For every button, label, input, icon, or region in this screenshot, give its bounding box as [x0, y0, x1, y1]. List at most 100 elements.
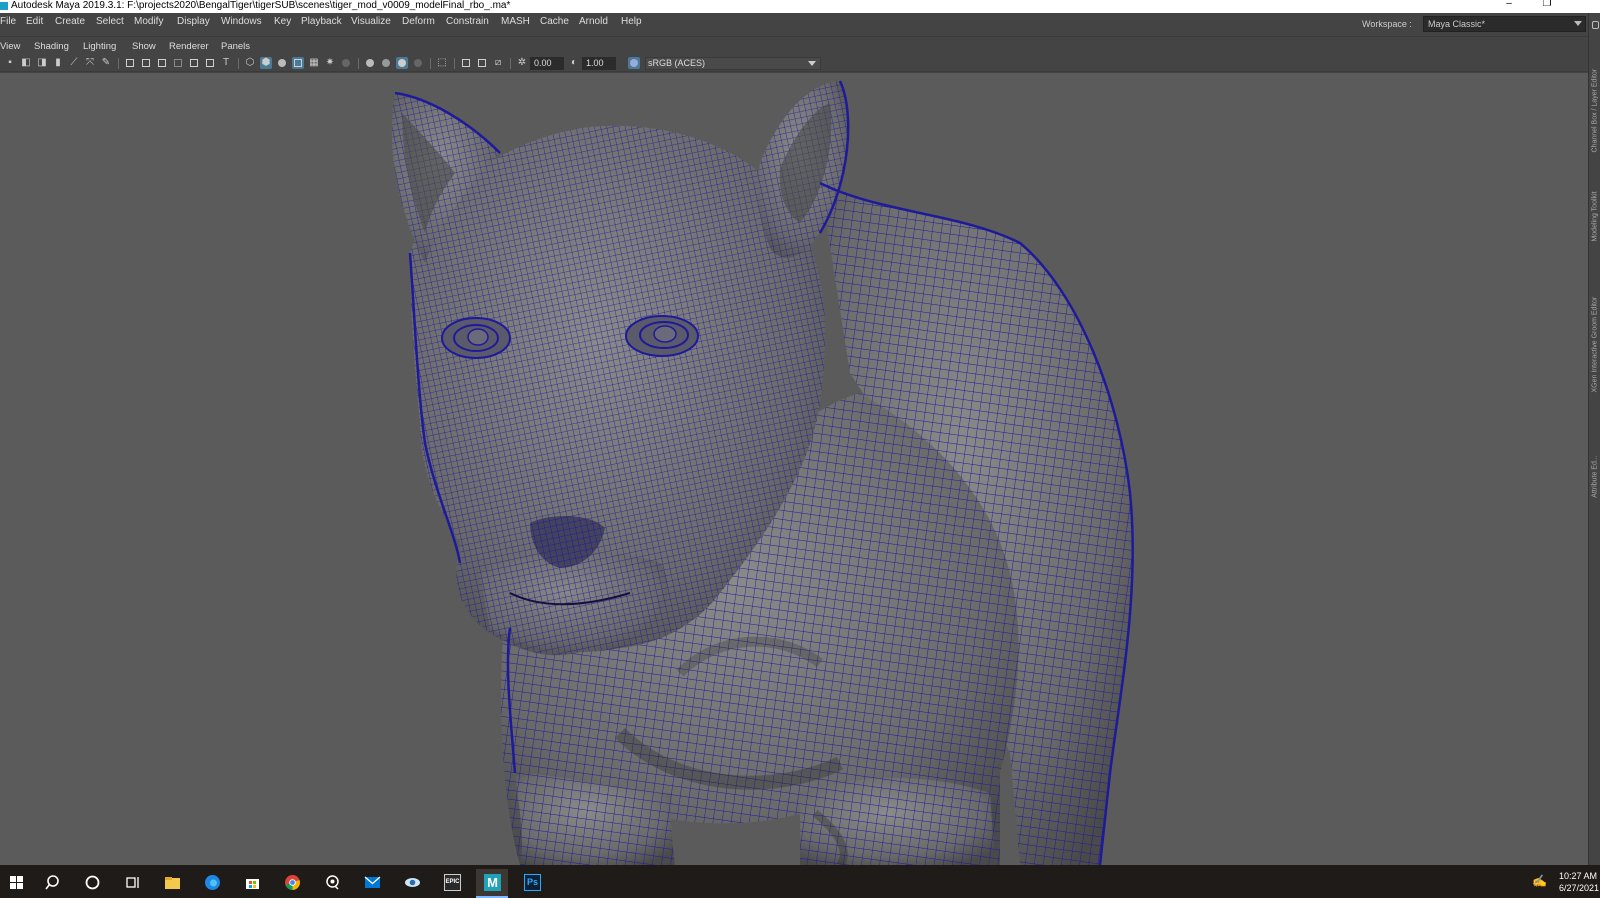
- gate-mask-icon[interactable]: [172, 57, 184, 69]
- menu-constrain[interactable]: Constrain: [446, 16, 489, 27]
- color-space-dropdown[interactable]: sRGB (ACES): [645, 57, 821, 70]
- cortana-icon: [85, 875, 100, 890]
- panel-menu-show[interactable]: Show: [132, 41, 156, 52]
- color-management-icon[interactable]: [628, 57, 640, 69]
- field-chart-icon[interactable]: [188, 57, 200, 69]
- screen-space-ao-icon[interactable]: [364, 57, 376, 69]
- menu-file[interactable]: File: [0, 16, 16, 27]
- tiger-wireframe-model: [391, 80, 1134, 865]
- xray-icon[interactable]: [460, 57, 472, 69]
- two-d-pan-zoom-icon[interactable]: ⤧: [84, 57, 96, 69]
- maya-button[interactable]: M: [476, 869, 508, 898]
- system-clock[interactable]: 10:27 AM 6/27/2021: [1559, 870, 1599, 894]
- panel-menu-panels[interactable]: Panels: [221, 41, 250, 52]
- menu-cache[interactable]: Cache: [540, 16, 569, 27]
- menu-windows[interactable]: Windows: [221, 16, 262, 27]
- default-material-icon[interactable]: [276, 57, 288, 69]
- panel-menu-lighting[interactable]: Lighting: [83, 41, 116, 52]
- bookmarks-icon[interactable]: ◨: [36, 57, 48, 69]
- safe-title-icon[interactable]: T: [220, 57, 232, 69]
- search-button[interactable]: [36, 869, 68, 898]
- select-camera-icon[interactable]: ▪: [4, 57, 16, 69]
- store-button[interactable]: [236, 869, 268, 898]
- menu-modify[interactable]: Modify: [134, 16, 163, 27]
- workspace-label: Workspace :: [1362, 19, 1412, 29]
- photoshop-button[interactable]: Ps: [516, 869, 548, 898]
- isolate-select-icon[interactable]: ⬚: [436, 57, 448, 69]
- menu-select[interactable]: Select: [96, 16, 124, 27]
- panel-menu-shading[interactable]: Shading: [34, 41, 69, 52]
- camera-attributes-icon[interactable]: ◧: [20, 57, 32, 69]
- minimize-button[interactable]: –: [1502, 0, 1516, 11]
- file-explorer-button[interactable]: [156, 869, 188, 898]
- menu-display[interactable]: Display: [177, 16, 210, 27]
- lock-icon[interactable]: [1592, 21, 1599, 29]
- file-explorer-icon: [165, 877, 180, 889]
- chrome-icon: [285, 875, 300, 890]
- bookmark-icon[interactable]: ▮: [52, 57, 64, 69]
- menu-edit[interactable]: Edit: [26, 16, 43, 27]
- feedback-hub-icon: [326, 875, 339, 890]
- gamma-field[interactable]: 1.00: [582, 57, 616, 70]
- side-tab-attribute-editor[interactable]: Attribute Ed...: [1592, 441, 1599, 513]
- edge-button[interactable]: [196, 869, 228, 898]
- side-tab-channel-box[interactable]: Channel Box / Layer Editor: [1592, 69, 1599, 153]
- exposure-field[interactable]: 0.00: [530, 57, 564, 70]
- menu-help[interactable]: Help: [621, 16, 642, 27]
- textured-icon[interactable]: ▦: [308, 57, 320, 69]
- xray-active-icon[interactable]: [476, 57, 488, 69]
- wireframe-on-shaded-icon[interactable]: [292, 57, 304, 69]
- safe-action-icon[interactable]: [204, 57, 216, 69]
- menu-arnold[interactable]: Arnold: [579, 16, 608, 27]
- pen-workspace-icon[interactable]: ✍: [1532, 874, 1547, 888]
- grease-pencil-icon[interactable]: ✎: [100, 57, 112, 69]
- main-menu-bar: File Edit Create Select Modify Display W…: [0, 13, 1600, 37]
- edge-icon: [205, 875, 220, 890]
- menu-mash[interactable]: MASH: [501, 16, 530, 27]
- panel-menu-view[interactable]: View: [0, 41, 20, 52]
- clock-date: 6/27/2021: [1559, 883, 1600, 893]
- color-space-value: sRGB (ACES): [648, 58, 706, 68]
- side-tab-modeling-toolkit[interactable]: Modeling Toolkit: [1592, 181, 1599, 253]
- mail-icon: [364, 876, 381, 888]
- multisample-aa-icon[interactable]: [396, 57, 408, 69]
- chevron-down-icon: [808, 61, 816, 66]
- epic-games-icon: EPIC: [444, 874, 461, 891]
- chrome-button[interactable]: [276, 869, 308, 898]
- depth-of-field-icon[interactable]: [412, 57, 424, 69]
- wireframe-icon[interactable]: ⬡: [244, 57, 256, 69]
- panel-menu-bar: View Shading Lighting Show Renderer Pane…: [0, 37, 1588, 55]
- motion-blur-icon[interactable]: [380, 57, 392, 69]
- start-button[interactable]: [0, 869, 32, 898]
- resolution-gate-icon[interactable]: [156, 57, 168, 69]
- exposure-icon[interactable]: ✲: [516, 57, 528, 69]
- eye-app-button[interactable]: [396, 869, 428, 898]
- search-icon: [45, 875, 59, 890]
- menu-deform[interactable]: Deform: [402, 16, 435, 27]
- xray-joints-icon[interactable]: ⧄: [492, 57, 504, 69]
- film-gate-icon[interactable]: [140, 57, 152, 69]
- mail-button[interactable]: [356, 869, 388, 898]
- panel-menu-renderer[interactable]: Renderer: [169, 41, 209, 52]
- task-view-button[interactable]: [116, 869, 148, 898]
- restore-button[interactable]: ❐: [1540, 0, 1554, 11]
- use-all-lights-icon[interactable]: ✷: [324, 57, 336, 69]
- menu-key[interactable]: Key: [274, 16, 291, 27]
- photoshop-icon: Ps: [524, 874, 541, 891]
- menu-visualize[interactable]: Visualize: [351, 16, 391, 27]
- cortana-button[interactable]: [76, 869, 108, 898]
- image-plane-icon[interactable]: ⟋: [68, 57, 80, 69]
- side-tab-xgen[interactable]: XGen Interactive Groom Editor: [1592, 297, 1599, 393]
- feedback-hub-button[interactable]: [316, 869, 348, 898]
- viewport[interactable]: [0, 73, 1588, 865]
- menu-create[interactable]: Create: [55, 16, 85, 27]
- maya-icon: M: [484, 874, 501, 891]
- epic-games-button[interactable]: EPIC: [436, 869, 468, 898]
- grid-icon[interactable]: [124, 57, 136, 69]
- workspace-dropdown[interactable]: Maya Classic*: [1423, 16, 1586, 32]
- menu-playback[interactable]: Playback: [301, 16, 342, 27]
- smooth-shade-icon[interactable]: ⬢: [260, 57, 272, 69]
- shadows-icon[interactable]: [340, 57, 352, 69]
- eye-app-icon: [405, 878, 420, 887]
- gamma-icon[interactable]: ◐: [568, 57, 580, 69]
